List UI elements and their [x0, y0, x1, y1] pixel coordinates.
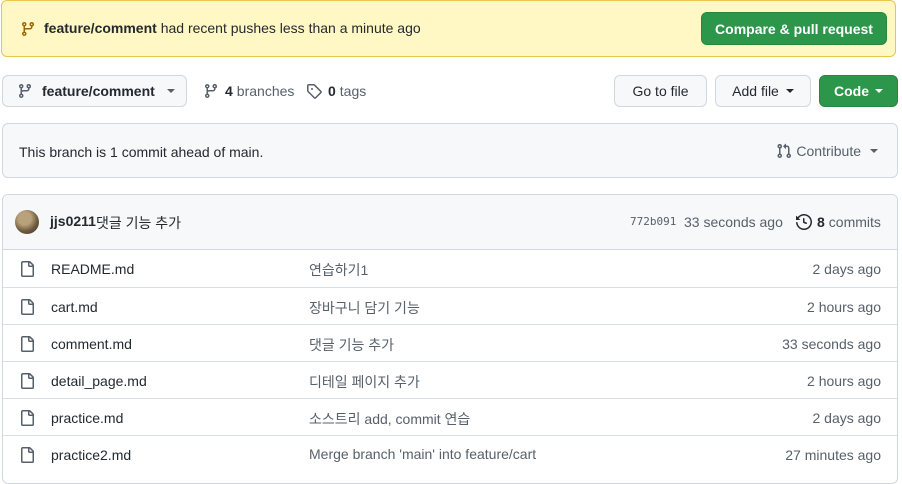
file-row: comment.md 댓글 기능 추가 33 seconds ago	[3, 324, 897, 361]
file-commit-message[interactable]: 장바구니 담기 기능	[309, 298, 420, 318]
avatar[interactable]	[15, 210, 39, 234]
file-name[interactable]: detail_page.md	[51, 373, 147, 389]
file-icon	[21, 447, 34, 463]
branches-label: branches	[236, 83, 295, 99]
banner-text: feature/comment had recent pushes less t…	[44, 20, 421, 36]
contribute-label: Contribute	[796, 143, 861, 159]
file-age: 2 days ago	[812, 410, 882, 426]
branch-select-button[interactable]: feature/comment	[2, 75, 187, 107]
file-icon	[21, 410, 34, 426]
file-commit-message[interactable]: 소스트리 add, commit 연습	[309, 409, 470, 429]
file-icon	[21, 299, 34, 315]
file-icon	[21, 336, 34, 352]
git-pull-request-icon	[777, 143, 792, 159]
file-commit-message[interactable]: Merge branch 'main' into feature/cart	[309, 446, 536, 462]
file-age: 33 seconds ago	[782, 336, 881, 352]
go-to-file-button[interactable]: Go to file	[614, 75, 707, 107]
file-name[interactable]: cart.md	[51, 299, 98, 315]
commits-link[interactable]: 8 commits	[796, 214, 881, 230]
file-name[interactable]: practice.md	[51, 410, 123, 426]
git-branch-icon	[21, 22, 34, 37]
file-age: 2 hours ago	[807, 373, 881, 389]
file-icon	[21, 373, 34, 389]
branches-link[interactable]: 4 branches	[203, 83, 294, 99]
file-browser: jjs0211 댓글 기능 추가 772b091 33 seconds ago …	[2, 194, 898, 484]
file-commit-message[interactable]: 연습하기1	[309, 260, 368, 280]
file-row: cart.md 장바구니 담기 기능 2 hours ago	[3, 287, 897, 324]
chevron-down-icon	[785, 89, 794, 93]
file-age: 27 minutes ago	[785, 447, 881, 463]
commit-time: 33 seconds ago	[684, 214, 783, 230]
branches-count: 4	[225, 83, 233, 99]
file-name[interactable]: comment.md	[51, 336, 132, 352]
file-list: README.md 연습하기1 2 days ago cart.md 장바구니 …	[3, 250, 897, 472]
latest-commit-header: jjs0211 댓글 기능 추가 772b091 33 seconds ago …	[3, 195, 897, 250]
tags-label: tags	[339, 83, 367, 99]
file-icon	[21, 261, 34, 277]
chevron-down-icon	[870, 149, 878, 153]
file-name[interactable]: practice2.md	[51, 447, 131, 463]
branch-select-label: feature/comment	[42, 83, 155, 99]
code-label: Code	[834, 83, 869, 99]
chevron-down-icon	[875, 89, 883, 93]
add-file-label: Add file	[732, 83, 779, 99]
banner-branch-name[interactable]: feature/comment	[44, 20, 157, 36]
file-age: 2 days ago	[812, 261, 882, 277]
commit-author[interactable]: jjs0211	[50, 213, 96, 229]
add-file-button[interactable]: Add file	[715, 75, 811, 107]
chevron-down-icon	[166, 89, 175, 93]
commits-count: 8	[817, 214, 825, 230]
commits-label: commits	[828, 214, 881, 230]
history-icon	[796, 214, 812, 230]
file-name[interactable]: README.md	[51, 261, 134, 277]
tag-icon	[307, 84, 322, 99]
tags-count: 0	[328, 83, 336, 99]
file-commit-message[interactable]: 댓글 기능 추가	[309, 335, 394, 355]
file-commit-message[interactable]: 디테일 페이지 추가	[309, 372, 420, 392]
tags-link[interactable]: 0 tags	[306, 83, 366, 99]
contribute-button[interactable]: Contribute	[776, 143, 878, 159]
compare-pull-request-button[interactable]: Compare & pull request	[701, 12, 887, 45]
file-age: 2 hours ago	[807, 299, 881, 315]
commit-message[interactable]: 댓글 기능 추가	[96, 213, 181, 233]
recent-push-banner: feature/comment had recent pushes less t…	[1, 0, 896, 57]
code-button[interactable]: Code	[819, 75, 898, 107]
git-branch-icon	[18, 84, 31, 99]
file-row: practice2.md Merge branch 'main' into fe…	[3, 435, 897, 472]
file-row: practice.md 소스트리 add, commit 연습 2 days a…	[3, 398, 897, 435]
file-row: detail_page.md 디테일 페이지 추가 2 hours ago	[3, 361, 897, 398]
branch-ahead-text: This branch is 1 commit ahead of main.	[19, 144, 264, 160]
commit-sha[interactable]: 772b091	[630, 215, 676, 228]
banner-message: had recent pushes less than a minute ago	[160, 20, 421, 36]
file-row: README.md 연습하기1 2 days ago	[3, 250, 897, 287]
branch-ahead-box: This branch is 1 commit ahead of main. C…	[2, 123, 898, 178]
git-branch-icon	[204, 84, 217, 99]
